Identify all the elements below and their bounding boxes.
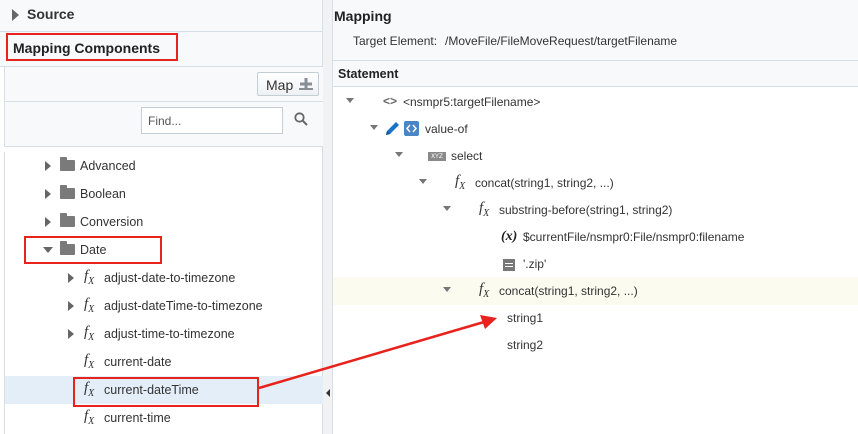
fx-icon: fX: [84, 352, 95, 371]
collapse-down-icon[interactable]: [346, 98, 354, 103]
annotation-box-date: [24, 236, 162, 264]
tree-item-adjust-datetime-to-timezone[interactable]: fX adjust-dateTime-to-timezone: [5, 292, 323, 320]
tree-item-boolean[interactable]: Boolean: [5, 180, 323, 208]
tree-item-label: current-time: [104, 411, 171, 425]
collapse-down-icon[interactable]: [443, 206, 451, 211]
collapse-down-icon[interactable]: [370, 125, 378, 130]
expand-right-icon[interactable]: [68, 329, 74, 339]
expand-right-icon[interactable]: [68, 273, 74, 283]
components-toolbar: Map: [4, 67, 323, 102]
folder-icon: [60, 157, 75, 171]
literal-icon: [503, 259, 515, 271]
statement-row-label: string2: [507, 338, 544, 352]
find-input[interactable]: [141, 107, 283, 134]
statement-row-label: value-of: [425, 122, 468, 136]
statement-header: Statement: [333, 61, 858, 87]
fx-icon: fX: [479, 281, 490, 300]
statement-row-literal[interactable]: '.zip': [333, 250, 858, 278]
tree-item-label: adjust-time-to-timezone: [104, 327, 235, 341]
collapse-down-icon[interactable]: [443, 287, 451, 292]
tree-item-current-time[interactable]: fX current-time: [5, 404, 323, 432]
statement-row-label: <nsmpr5:targetFilename>: [403, 95, 541, 109]
statement-row-target[interactable]: <> <nsmpr5:targetFilename>: [333, 88, 858, 116]
expand-right-icon[interactable]: [45, 189, 51, 199]
tree-item-adjust-date-to-timezone[interactable]: fX adjust-date-to-timezone: [5, 264, 323, 292]
statement-row-substring-before[interactable]: fX substring-before(string1, string2): [333, 196, 858, 224]
fx-icon: fX: [84, 408, 95, 427]
tree-item-label: Conversion: [80, 215, 144, 229]
statement-row-label: $currentFile/nsmpr0:File/nsmpr0:filename: [523, 230, 745, 244]
tree-item-label: adjust-date-to-timezone: [104, 271, 236, 285]
statement-row-label: '.zip': [523, 257, 547, 271]
statement-row-value-of[interactable]: value-of: [333, 115, 858, 143]
value-of-icon: [404, 121, 419, 136]
expand-right-icon[interactable]: [45, 217, 51, 227]
statement-row-concat-nested[interactable]: fX concat(string1, string2, ...): [333, 277, 858, 305]
tag-icon: <>: [383, 94, 398, 108]
target-element-label: Target Element:: [353, 34, 438, 48]
annotation-box-mapping-components: [6, 33, 178, 61]
panel-splitter[interactable]: [323, 0, 333, 434]
statement-row-label: substring-before(string1, string2): [499, 203, 673, 217]
source-label: Source: [27, 6, 75, 22]
collapse-down-icon[interactable]: [395, 152, 403, 157]
statement-row-label: concat(string1, string2, ...): [475, 176, 614, 190]
statement-title: Statement: [338, 67, 399, 81]
pencil-icon[interactable]: [384, 120, 401, 137]
tree-item-advanced[interactable]: Advanced: [5, 152, 323, 180]
statement-row-label: concat(string1, string2, ...): [499, 284, 638, 298]
tree-item-label: current-date: [104, 355, 172, 369]
tree-item-current-date[interactable]: fX current-date: [5, 348, 323, 376]
statement-row-label: string1: [507, 311, 544, 325]
fx-icon: fX: [84, 296, 95, 315]
map-button-label: Map: [266, 77, 294, 93]
statement-row-string2[interactable]: string2: [333, 331, 858, 359]
fx-icon: fX: [479, 200, 490, 219]
fx-icon: fX: [84, 268, 95, 287]
statement-row-variable[interactable]: (x) $currentFile/nsmpr0:File/nsmpr0:file…: [333, 223, 858, 251]
collapse-down-icon[interactable]: [419, 179, 427, 184]
mapping-components-panel: Source Mapping Components Map Advanced: [0, 0, 323, 434]
fx-icon: fX: [84, 324, 95, 343]
tree-item-label: adjust-dateTime-to-timezone: [104, 299, 263, 313]
find-bar: [4, 102, 323, 147]
xyz-icon: XYZ: [428, 152, 446, 161]
tree-item-adjust-time-to-timezone[interactable]: fX adjust-time-to-timezone: [5, 320, 323, 348]
mapping-title: Mapping: [334, 8, 392, 24]
mapping-header: Mapping Target Element: /MoveFile/FileMo…: [333, 0, 858, 61]
map-button[interactable]: Map: [257, 72, 319, 96]
map-add-icon: [299, 78, 313, 90]
fx-icon: fX: [455, 173, 466, 192]
statement-row-label: select: [451, 149, 483, 163]
tree-item-label: Advanced: [80, 159, 136, 173]
search-icon[interactable]: [294, 112, 308, 126]
mapping-panel: Mapping Target Element: /MoveFile/FileMo…: [333, 0, 858, 434]
tree-item-label: Boolean: [80, 187, 126, 201]
variable-icon: (x): [501, 229, 518, 244]
expand-right-icon[interactable]: [68, 301, 74, 311]
statement-row-concat[interactable]: fX concat(string1, string2, ...): [333, 169, 858, 197]
collapse-left-icon[interactable]: [326, 389, 330, 397]
target-element-value: /MoveFile/FileMoveRequest/targetFilename: [445, 34, 678, 48]
statement-row-select[interactable]: XYZ select: [333, 142, 858, 170]
folder-icon: [60, 185, 75, 199]
expand-right-icon[interactable]: [45, 161, 51, 171]
statement-row-string1[interactable]: string1: [333, 304, 858, 332]
folder-icon: [60, 213, 75, 227]
expand-right-icon[interactable]: [12, 9, 19, 21]
tree-item-conversion[interactable]: Conversion: [5, 208, 323, 236]
annotation-box-current-datetime: [73, 377, 259, 407]
source-section-header[interactable]: Source: [0, 0, 322, 32]
